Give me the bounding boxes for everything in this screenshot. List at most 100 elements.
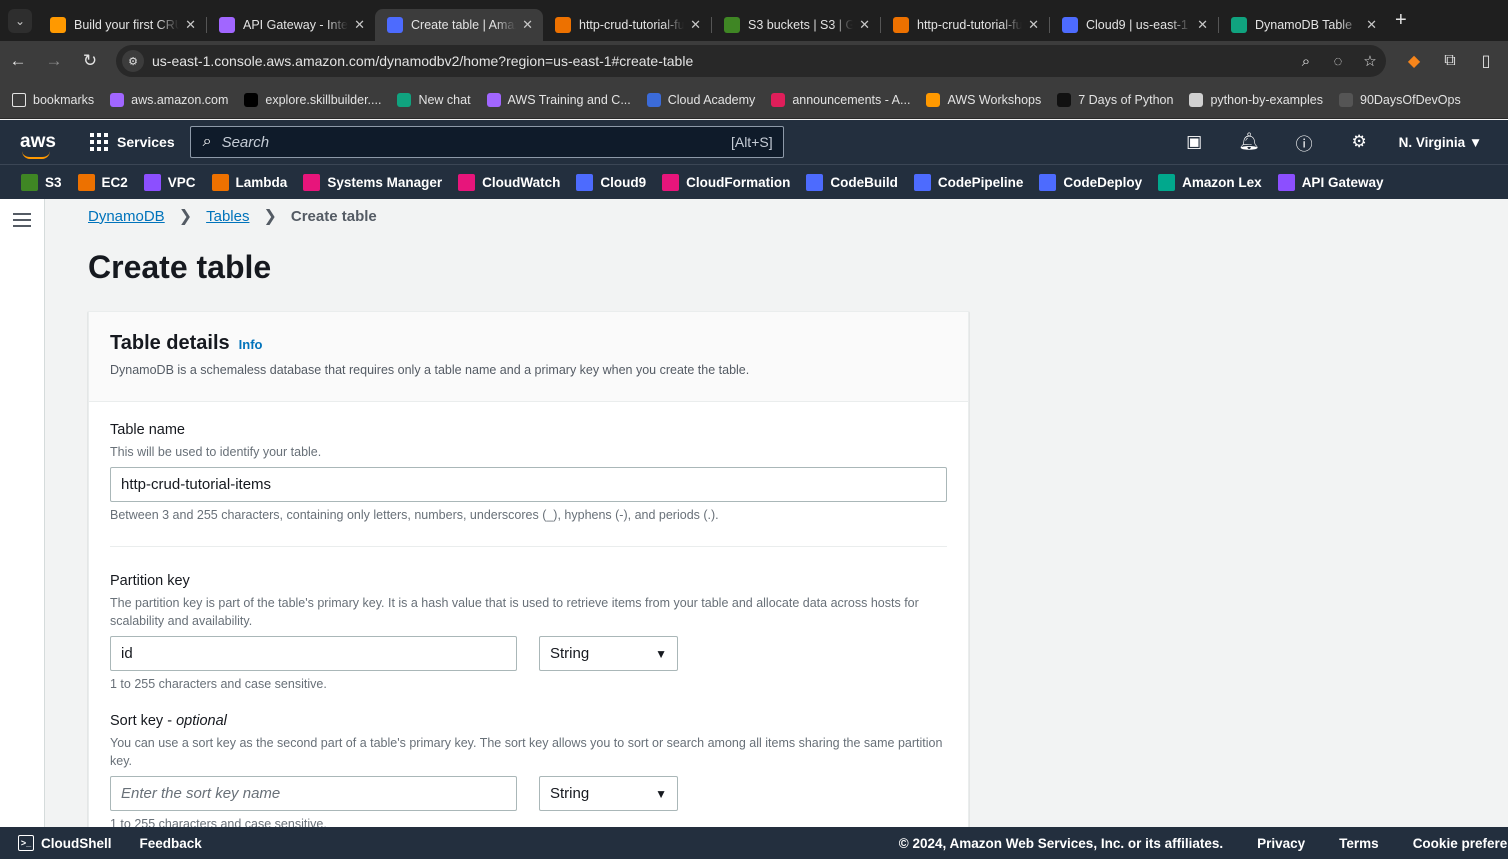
partition-key-label: Partition key xyxy=(110,573,190,589)
metamask-icon[interactable]: ◆ xyxy=(1396,51,1432,71)
site-info-icon[interactable]: ⚙ xyxy=(122,50,144,72)
close-tab-icon[interactable]: ✕ xyxy=(1028,17,1039,33)
bookmark-item[interactable]: bookmarks xyxy=(12,92,95,107)
bookmark-label: announcements - A... xyxy=(792,92,911,107)
tab-favicon-icon xyxy=(387,16,403,33)
browser-tab[interactable]: API Gateway - Integrations ✕ xyxy=(207,9,375,41)
tab-search-button[interactable]: ⌄ xyxy=(8,8,32,33)
favorite-service-label: CloudWatch xyxy=(482,174,561,190)
bookmark-item[interactable]: 7 Days of Python xyxy=(1057,92,1173,107)
breadcrumb-dynamodb-link[interactable]: DynamoDB xyxy=(88,208,165,225)
hamburger-menu-icon[interactable] xyxy=(13,213,31,231)
bookmark-label: bookmarks xyxy=(33,92,95,107)
help-icon[interactable]: ⓘ xyxy=(1277,130,1332,155)
terms-link[interactable]: Terms xyxy=(1339,836,1379,851)
close-tab-icon[interactable]: ✕ xyxy=(1197,17,1208,33)
bookmark-star-icon[interactable]: ☆ xyxy=(1354,52,1386,70)
url-text[interactable]: us-east-1.console.aws.amazon.com/dynamod… xyxy=(152,53,1290,69)
bookmark-item[interactable]: New chat xyxy=(397,92,471,107)
favorite-service-link[interactable]: CodeBuild xyxy=(806,173,898,191)
feedback-link[interactable]: Feedback xyxy=(140,836,202,851)
bookmark-item[interactable]: AWS Training and C... xyxy=(486,92,631,107)
partition-key-description: The partition key is part of the table's… xyxy=(110,596,919,628)
new-tab-button[interactable]: + xyxy=(1395,9,1407,32)
bookmark-item[interactable]: explore.skillbuilder.... xyxy=(244,92,381,107)
region-selector[interactable]: N. Virginia ▼ xyxy=(1399,135,1483,150)
tab-title: http-crud-tutorial-function xyxy=(917,17,1023,32)
close-tab-icon[interactable]: ✕ xyxy=(1366,17,1377,33)
close-tab-icon[interactable]: ✕ xyxy=(522,17,533,33)
browser-tab[interactable]: http-crud-tutorial-function ✕ xyxy=(881,9,1049,41)
sort-key-input[interactable]: Enter the sort key name xyxy=(110,776,517,811)
back-button[interactable]: ← xyxy=(0,51,36,71)
favorite-service-link[interactable]: EC2 xyxy=(77,173,128,191)
search-input[interactable]: ⌕ Search [Alt+S] xyxy=(189,126,784,158)
browser-tab[interactable]: Cloud9 | us-east-1 ✕ xyxy=(1050,9,1218,41)
favorite-service-link[interactable]: CloudWatch xyxy=(458,173,561,191)
favorite-service-label: Cloud9 xyxy=(600,174,647,190)
bookmark-item[interactable]: Cloud Academy xyxy=(646,92,755,107)
info-link[interactable]: Info xyxy=(239,337,263,352)
favorite-service-link[interactable]: S3 xyxy=(21,173,62,191)
browser-tab-strip: ⌄ Build your first CRUD✕API Gateway - In… xyxy=(0,0,1508,41)
favorite-service-link[interactable]: CodePipeline xyxy=(913,173,1023,191)
notifications-bell-icon[interactable]: 🔔︎ xyxy=(1222,132,1277,152)
browser-tab[interactable]: S3 buckets | S3 | Global ✕ xyxy=(712,9,880,41)
partition-key-input[interactable]: id xyxy=(110,636,517,671)
bookmark-item[interactable]: announcements - A... xyxy=(771,92,911,107)
tab-list: Build your first CRUD✕API Gateway - Inte… xyxy=(38,1,1387,41)
favorite-service-link[interactable]: Lambda xyxy=(211,173,287,191)
search-shortcut: [Alt+S] xyxy=(730,134,773,150)
breadcrumb-tables-link[interactable]: Tables xyxy=(206,208,249,225)
sort-key-type-select[interactable]: String ▼ xyxy=(539,776,678,811)
tab-favicon-icon xyxy=(724,16,740,33)
bookmark-item[interactable]: AWS Workshops xyxy=(926,92,1041,107)
close-tab-icon[interactable]: ✕ xyxy=(354,17,365,33)
cookie-preferences-link[interactable]: Cookie preferences xyxy=(1413,836,1508,851)
grid-icon xyxy=(90,133,108,151)
close-tab-icon[interactable]: ✕ xyxy=(690,17,701,33)
aws-logo[interactable]: aws xyxy=(20,131,60,159)
partition-key-type-select[interactable]: String ▼ xyxy=(539,636,678,671)
favorite-service-link[interactable]: CodeDeploy xyxy=(1039,173,1142,191)
tab-title: Create table | Amazon xyxy=(411,17,516,32)
favorite-service-link[interactable]: CloudFormation xyxy=(662,173,790,191)
settings-gear-icon[interactable]: ⚙ xyxy=(1332,132,1387,152)
browser-tab[interactable]: Build your first CRUD ✕ xyxy=(38,9,206,41)
bookmark-label: AWS Training and C... xyxy=(507,92,631,107)
browser-tab[interactable]: DynamoDB Table ✕ xyxy=(1219,9,1387,41)
close-tab-icon[interactable]: ✕ xyxy=(859,17,870,33)
favorite-service-link[interactable]: API Gateway xyxy=(1277,173,1383,191)
tab-title: S3 buckets | S3 | Global xyxy=(748,17,854,32)
favorite-service-label: CodeBuild xyxy=(830,174,898,190)
zoom-icon[interactable]: ⌕ xyxy=(1290,53,1322,70)
forward-button[interactable]: → xyxy=(36,51,72,71)
browser-tab[interactable]: Create table | Amazon ✕ xyxy=(375,8,543,41)
bookmark-favicon-icon xyxy=(1189,92,1204,107)
side-panel-icon[interactable]: ▯ xyxy=(1468,51,1504,71)
page-title: Create table xyxy=(88,249,272,285)
bookmark-favicon-icon xyxy=(397,92,412,107)
privacy-link[interactable]: Privacy xyxy=(1257,836,1305,851)
cloudshell-icon[interactable]: ▣ xyxy=(1167,132,1222,152)
bookmark-label: New chat xyxy=(418,92,471,107)
bookmark-item[interactable]: python-by-examples xyxy=(1189,92,1323,107)
service-icon xyxy=(143,173,161,191)
service-icon xyxy=(806,173,824,191)
favorite-service-link[interactable]: Cloud9 xyxy=(576,173,647,191)
favorite-service-link[interactable]: Amazon Lex xyxy=(1158,173,1262,191)
browser-tab[interactable]: http-crud-tutorial-function ✕ xyxy=(543,9,711,41)
eye-off-icon[interactable]: ◌ xyxy=(1322,53,1354,70)
close-tab-icon[interactable]: ✕ xyxy=(185,17,196,33)
table-name-constraint: Between 3 and 255 characters, containing… xyxy=(110,508,719,522)
cloudshell-button[interactable]: >_ CloudShell xyxy=(18,835,112,851)
services-menu-button[interactable]: Services xyxy=(90,133,175,151)
favorite-service-link[interactable]: VPC xyxy=(143,173,196,191)
address-bar[interactable]: ⚙ us-east-1.console.aws.amazon.com/dynam… xyxy=(116,45,1386,77)
extensions-icon[interactable]: ⧉ xyxy=(1432,52,1468,70)
bookmark-item[interactable]: aws.amazon.com xyxy=(110,92,228,107)
reload-button[interactable]: ↻ xyxy=(72,51,108,71)
bookmark-item[interactable]: 90DaysOfDevOps xyxy=(1339,92,1461,107)
favorite-service-link[interactable]: Systems Manager xyxy=(303,173,442,191)
table-name-input[interactable]: http-crud-tutorial-items xyxy=(110,467,947,502)
